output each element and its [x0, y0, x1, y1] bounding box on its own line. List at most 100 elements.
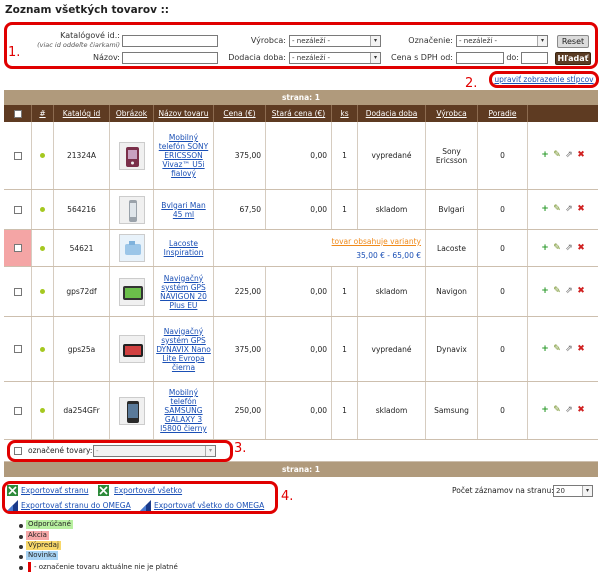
header-name[interactable]: Názov tovaru — [154, 105, 214, 122]
omega-icon — [140, 500, 151, 511]
product-name-link[interactable]: Mobilný telefón SONY ERICSSON Vivaz™ U5i… — [154, 133, 213, 178]
search-button[interactable]: Hľadať — [555, 52, 591, 65]
marking-select[interactable]: - nezáleží - ▾ — [456, 35, 548, 47]
header-index[interactable]: # — [32, 105, 54, 122]
row-checkbox[interactable] — [13, 287, 22, 296]
open-icon[interactable]: ⇗ — [565, 344, 574, 354]
row-price: 225,00 — [214, 267, 266, 316]
row-qty: 1 — [332, 382, 358, 439]
header-actions — [528, 105, 598, 122]
header-image[interactable]: Obrázok — [110, 105, 154, 122]
bulk-action-select[interactable]: - ▾ — [93, 445, 216, 457]
row-checkbox[interactable] — [13, 151, 22, 160]
legend-action: Akcia — [26, 531, 49, 540]
row-order: 0 — [478, 122, 528, 189]
add-icon[interactable]: + — [541, 243, 550, 253]
price-from-input[interactable] — [456, 52, 504, 64]
header-catalog-id[interactable]: Katalóg id — [54, 105, 110, 122]
open-icon[interactable]: ⇗ — [565, 205, 574, 214]
chevron-down-icon: ▾ — [582, 486, 592, 496]
catalog-id-hint: (viac id oddeľte čiarkami) — [37, 41, 120, 49]
product-name-link[interactable]: Navigačný systém GPS NAVIGON 20 Plus EU — [154, 274, 213, 310]
table-header: # Katalóg id Obrázok Názov tovaru Cena (… — [4, 105, 598, 122]
row-order: 0 — [478, 230, 528, 266]
open-icon[interactable]: ⇗ — [565, 406, 574, 415]
edit-icon[interactable]: ✎ — [553, 287, 562, 296]
product-image[interactable] — [118, 195, 145, 224]
row-delivery: vypredané — [358, 122, 426, 189]
open-icon[interactable]: ⇗ — [565, 151, 574, 160]
row-delivery: skladom — [358, 190, 426, 229]
delete-icon[interactable]: ✖ — [577, 406, 586, 415]
row-manufacturer: Navigon — [426, 267, 478, 316]
product-name-link[interactable]: Mobilný telefón SAMSUNG GALAXY 3 I5800 č… — [154, 388, 213, 433]
add-icon[interactable]: + — [541, 151, 550, 160]
row-old-price: 0,00 — [266, 267, 332, 316]
edit-icon[interactable]: ✎ — [553, 344, 562, 354]
add-icon[interactable]: + — [541, 205, 550, 214]
header-select-all[interactable] — [4, 105, 32, 122]
per-page-select[interactable]: 20 ▾ — [553, 485, 593, 497]
export-all-link[interactable]: Exportovať všetko — [114, 486, 182, 495]
edit-icon[interactable]: ✎ — [553, 243, 562, 253]
product-image[interactable] — [118, 396, 145, 425]
add-icon[interactable]: + — [541, 344, 550, 354]
header-manufacturer[interactable]: Výrobca — [426, 105, 478, 122]
row-price: 67,50 — [214, 190, 266, 229]
add-icon[interactable]: + — [541, 406, 550, 415]
product-image[interactable] — [118, 234, 145, 262]
row-checkbox[interactable] — [13, 406, 22, 415]
edit-icon[interactable]: ✎ — [553, 151, 562, 160]
table-row: 564216 Bvlgari Man 45 ml 67,50 0,00 1 sk… — [4, 190, 598, 230]
page-title: Zoznam všetkých tovarov :: — [5, 4, 169, 16]
export-page-link[interactable]: Exportovať stranu — [21, 486, 89, 495]
row-checkbox[interactable] — [13, 345, 22, 353]
header-delivery[interactable]: Dodacia doba — [358, 105, 426, 122]
header-order[interactable]: Poradie — [478, 105, 528, 122]
edit-icon[interactable]: ✎ — [553, 406, 562, 415]
row-catalog-id: 21324A — [54, 122, 110, 189]
product-image[interactable] — [118, 277, 145, 306]
row-checkbox[interactable] — [13, 205, 22, 214]
row-order: 0 — [478, 267, 528, 316]
delivery-select[interactable]: - nezáleží - ▾ — [289, 52, 381, 64]
header-old-price[interactable]: Stará cena (€) — [266, 105, 332, 122]
variants-link[interactable]: tovar obsahuje varianty — [332, 237, 421, 246]
edit-icon[interactable]: ✎ — [553, 205, 562, 214]
product-image[interactable] — [118, 141, 145, 170]
row-catalog-id: da254GFr — [54, 382, 110, 439]
bulk-checkbox[interactable] — [14, 447, 22, 455]
pager-bottom: strana: 1 — [4, 462, 598, 477]
excel-icon — [98, 485, 109, 496]
product-name-link[interactable]: Lacoste Inspiration — [154, 239, 213, 257]
row-old-price: 0,00 — [266, 382, 332, 439]
open-icon[interactable]: ⇗ — [565, 287, 574, 296]
product-name-link[interactable]: Bvlgari Man 45 ml — [154, 201, 213, 219]
row-price: 250,00 — [214, 382, 266, 439]
export-all-omega-link[interactable]: Exportovať všetko do OMEGA — [154, 501, 264, 510]
header-price[interactable]: Cena (€) — [214, 105, 266, 122]
delete-icon[interactable]: ✖ — [577, 344, 586, 354]
delete-icon[interactable]: ✖ — [577, 151, 586, 160]
catalog-id-input[interactable] — [122, 35, 218, 47]
export-page-omega-link[interactable]: Exportovať stranu do OMEGA — [21, 501, 131, 510]
price-to-input[interactable] — [521, 52, 548, 64]
row-manufacturer: Lacoste — [426, 230, 478, 266]
header-qty[interactable]: ks — [332, 105, 358, 122]
name-input[interactable] — [122, 52, 218, 64]
row-checkbox[interactable] — [13, 244, 22, 252]
row-delivery: skladom — [358, 382, 426, 439]
manufacturer-select[interactable]: - nezáleží - ▾ — [289, 35, 381, 47]
reset-button[interactable]: Reset — [557, 35, 589, 48]
open-icon[interactable]: ⇗ — [565, 243, 574, 253]
column-adjust-link[interactable]: upraviť zobrazenie stĺpcov — [494, 75, 593, 84]
delete-icon[interactable]: ✖ — [577, 243, 586, 253]
product-name-link[interactable]: Navigačný systém GPS DYNAVIX Nano Lite E… — [154, 327, 213, 372]
chevron-down-icon: ▾ — [370, 36, 380, 46]
delete-icon[interactable]: ✖ — [577, 205, 586, 214]
add-icon[interactable]: + — [541, 287, 550, 296]
product-image[interactable] — [118, 335, 145, 363]
delete-icon[interactable]: ✖ — [577, 287, 586, 296]
row-catalog-id: gps72df — [54, 267, 110, 316]
bulk-label: označené tovary: — [28, 446, 93, 455]
